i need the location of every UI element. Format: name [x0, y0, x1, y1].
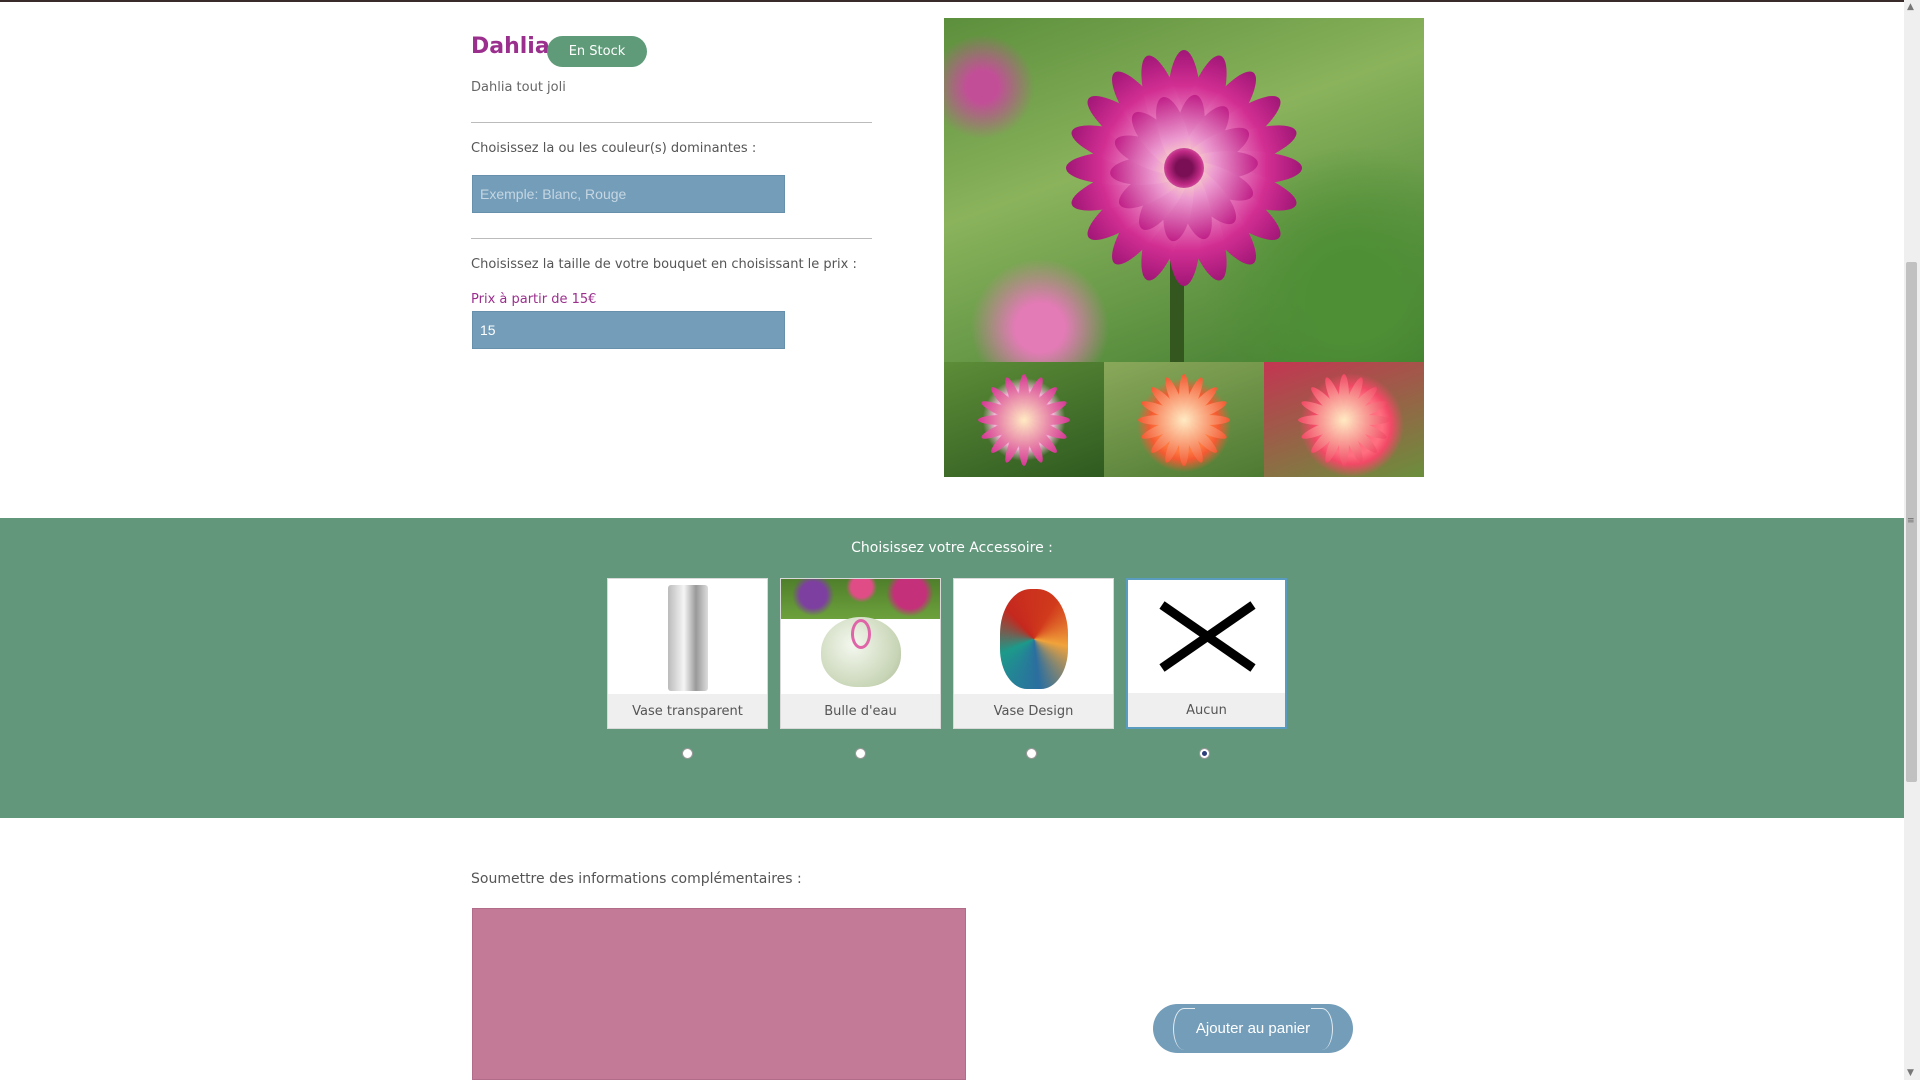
- accessory-card-vase-transparent[interactable]: Vase transparent: [607, 578, 768, 729]
- price-hint: Prix à partir de 15€: [471, 292, 597, 307]
- divider: [471, 238, 872, 239]
- radio-vase-transparent[interactable]: [682, 748, 693, 759]
- extra-info-textarea[interactable]: [472, 908, 966, 1080]
- colors-input[interactable]: [472, 175, 785, 213]
- accessory-card-aucun[interactable]: Aucun: [1126, 578, 1287, 729]
- stock-badge: En Stock: [547, 36, 647, 67]
- vase-design-image: [954, 579, 1113, 694]
- scroll-grip-icon: ≡: [1907, 516, 1915, 526]
- divider: [471, 122, 872, 123]
- accessory-label: Vase Design: [954, 694, 1113, 728]
- bulle-eau-image: [781, 579, 940, 694]
- thumbnail-1[interactable]: [944, 362, 1104, 477]
- add-to-cart-label: Ajouter au panier: [1195, 1020, 1311, 1037]
- accessory-label: Aucun: [1128, 693, 1285, 727]
- top-strip: [0, 0, 1920, 2]
- button-decoration: [1173, 1008, 1195, 1050]
- accessory-card-bulle-eau[interactable]: Bulle d'eau: [780, 578, 941, 729]
- accessory-section: Choisissez votre Accessoire : Vase trans…: [0, 518, 1904, 818]
- radio-aucun[interactable]: [1199, 748, 1210, 759]
- flower-photo: [944, 18, 1424, 340]
- product-title: Dahlia: [471, 34, 550, 59]
- accessory-label: Vase transparent: [608, 694, 767, 728]
- radio-bulle-eau[interactable]: [855, 748, 866, 759]
- price-input[interactable]: [472, 311, 785, 349]
- main-flower-photo[interactable]: [944, 18, 1424, 362]
- scroll-down-icon[interactable]: ▼: [1907, 1068, 1914, 1078]
- flower-center: [1164, 148, 1204, 188]
- add-to-cart-button[interactable]: Ajouter au panier: [1153, 1004, 1353, 1053]
- size-label: Choisissez la taille de votre bouquet en…: [471, 257, 857, 272]
- close-x-icon: [1128, 580, 1285, 695]
- thumbnail-3[interactable]: [1264, 362, 1424, 477]
- product-description: Dahlia tout joli: [471, 80, 566, 95]
- accessory-title: Choisissez votre Accessoire :: [851, 540, 1053, 556]
- colors-label: Choisissez la ou les couleur(s) dominant…: [471, 141, 757, 156]
- radio-vase-design[interactable]: [1026, 748, 1037, 759]
- button-decoration: [1311, 1008, 1333, 1050]
- extra-info-label: Soumettre des informations complémentair…: [471, 871, 802, 887]
- thumbnail-2[interactable]: [1104, 362, 1264, 477]
- scroll-up-icon[interactable]: ▲: [1907, 2, 1914, 12]
- vase-transparent-image: [608, 579, 767, 694]
- accessory-label: Bulle d'eau: [781, 694, 940, 728]
- accessory-card-vase-design[interactable]: Vase Design: [953, 578, 1114, 729]
- scrollbar[interactable]: ▲ ≡ ▼: [1904, 0, 1920, 1080]
